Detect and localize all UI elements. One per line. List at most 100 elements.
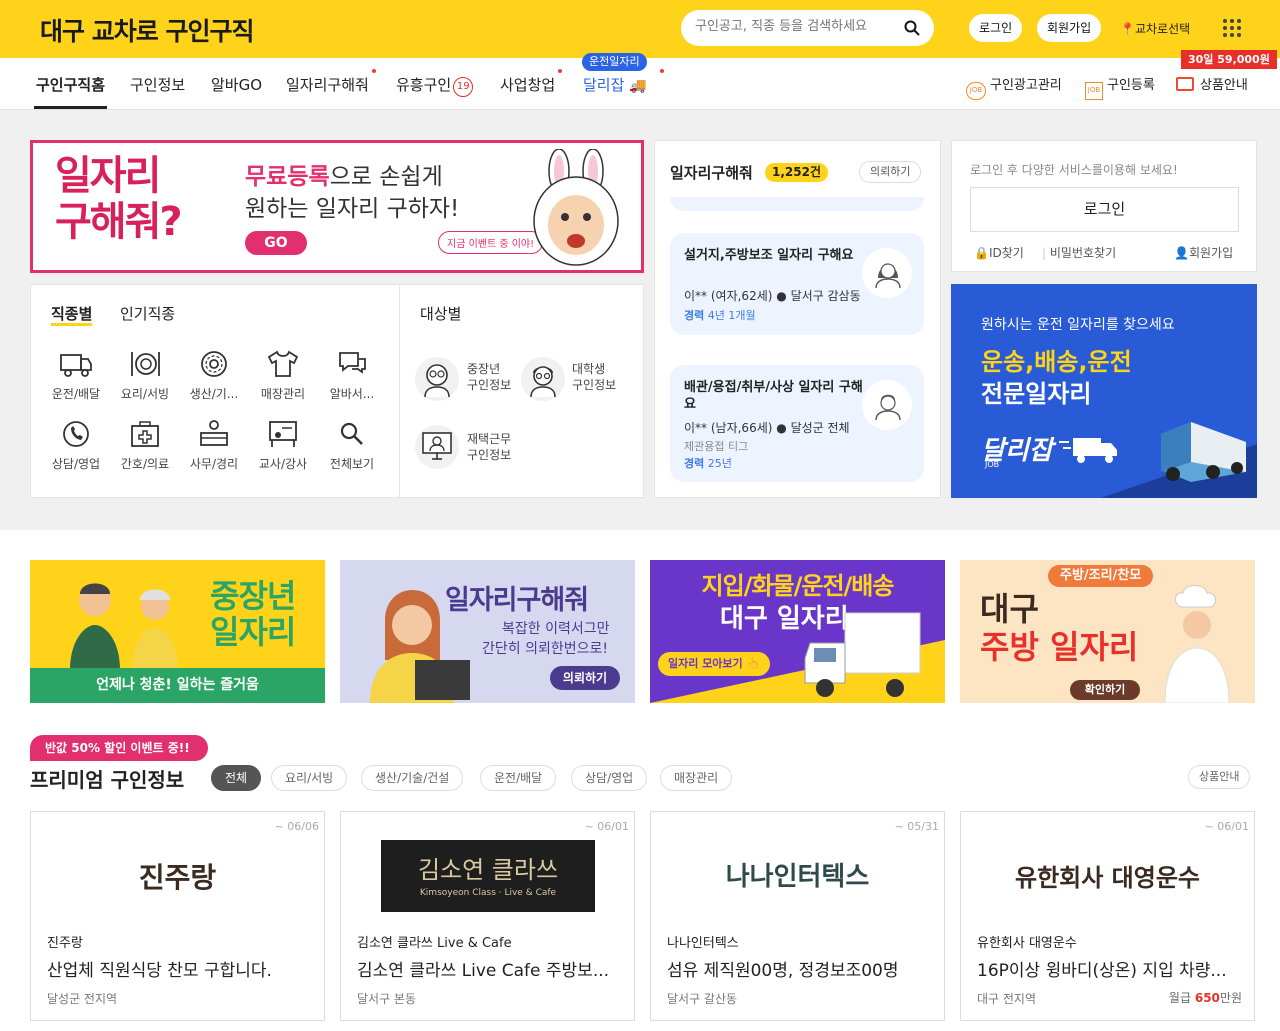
filter-tag-cooking[interactable]: 요리/서빙: [271, 765, 348, 791]
half-price-event-badge: 반값 50% 할인 이벤트 중!!: [30, 735, 208, 761]
category-production[interactable]: 생산/기...: [181, 349, 247, 402]
category-view-all[interactable]: 전체보기: [319, 419, 385, 472]
region-select[interactable]: 📍교차로선택: [1120, 20, 1190, 37]
truck-icon: [1161, 422, 1246, 482]
dalijob-ad-line1: 원하시는 운전 일자리를 찾으세요: [981, 317, 1175, 333]
truck-icon: [804, 612, 921, 697]
new-dot: [372, 69, 376, 73]
nav-find-me-job[interactable]: 일자리구해줘: [286, 74, 369, 95]
premium-job-card[interactable]: ~ 06/01 유한회사 대영운수 유한회사 대영운수 16P이상 윙바디(상온…: [960, 811, 1255, 1021]
divider: [399, 285, 400, 497]
price-badge: 30일 59,000원: [1181, 50, 1277, 69]
find-job-hero-banner[interactable]: 일자리 구해줘? 무료등록으로 손쉽게 원하는 일자리 구하자! GO 지금 이벤…: [30, 140, 644, 273]
tab-popular-jobs[interactable]: 인기직종: [120, 305, 175, 323]
age-19-badge: 19: [453, 77, 474, 97]
new-dot: [660, 69, 664, 73]
product-info-button[interactable]: 상품안내: [1188, 765, 1251, 789]
nav-business-startup[interactable]: 사업창업: [500, 74, 555, 95]
category-teacher-instructor[interactable]: 교사/강사: [250, 419, 316, 472]
search-icon[interactable]: [904, 20, 920, 36]
category-nursing-medical[interactable]: 간호/의료: [112, 419, 178, 472]
search-input[interactable]: [695, 19, 895, 34]
chat-bubble-icon: [339, 352, 366, 374]
student-face-icon: [530, 366, 556, 397]
request-list-top: [670, 197, 924, 211]
nav-job-info[interactable]: 구인정보: [130, 74, 185, 95]
target-senior[interactable]: 중장년 구인정보: [467, 361, 511, 393]
banner-tag: 주방/조리/찬모: [1048, 565, 1154, 587]
login-button[interactable]: 로그인: [969, 14, 1023, 42]
senior-couple-illustration: [70, 583, 178, 670]
freight-jobs-banner[interactable]: 지입/화물/운전/배송 대구 일자리 일자리 모아보기 👆: [650, 560, 945, 703]
signup-link[interactable]: 👤회원가입: [1174, 244, 1233, 261]
login-panel-button[interactable]: 로그인: [970, 187, 1239, 232]
target-remote[interactable]: 재택근무 구인정보: [467, 431, 511, 463]
find-job-banner[interactable]: 일자리구해줘 복잡한 이력서그만 간단히 의뢰한번으로! 의뢰하기: [340, 560, 635, 703]
user-icon: 👤: [1174, 246, 1189, 260]
desk-icon: [200, 420, 228, 446]
category-store-management[interactable]: 매장관리: [250, 349, 316, 402]
target-title: 대상별: [420, 305, 462, 323]
lock-icon: 🔒: [974, 246, 989, 260]
filter-tag-production[interactable]: 생산/기술/건설: [361, 765, 464, 791]
request-button[interactable]: 의뢰하기: [859, 161, 922, 183]
active-tab-underline: [34, 106, 107, 109]
find-id-link[interactable]: 🔒ID찾기: [974, 244, 1024, 261]
request-title: 일자리구해줘: [670, 164, 753, 182]
nav-job-register[interactable]: JOB 구인등록: [1085, 74, 1155, 100]
filter-tag-store[interactable]: 매장관리: [660, 765, 733, 791]
signup-button[interactable]: 회원가입: [1037, 14, 1102, 42]
premium-job-card[interactable]: ~ 06/01 김소연 클라쓰 Kimsoyeon Class · Live &…: [340, 811, 635, 1021]
driver-jobs-badge: 운전일자리: [582, 53, 647, 71]
hero-line2: 원하는 일자리 구하자!: [245, 196, 460, 222]
nav-dalijob[interactable]: 달리잡 🚚: [583, 74, 647, 95]
company-logo: 나나인터텍스: [725, 862, 870, 892]
hero-big-title: 일자리 구해줘?: [55, 153, 183, 245]
filter-tag-sales[interactable]: 상담/영업: [571, 765, 648, 791]
truck-icon: 🚚: [629, 78, 647, 94]
dish-icon: [131, 352, 160, 376]
gear-icon: [201, 351, 227, 377]
target-student[interactable]: 대학생 구인정보: [572, 361, 616, 393]
dalijob-ad-line2: 운송,배송,운전: [981, 348, 1132, 376]
nav-ad-manage[interactable]: JOB 구인광고관리: [966, 74, 1062, 100]
nav-home[interactable]: 구인구직홈: [36, 74, 105, 95]
banner-view-jobs-button[interactable]: 일자리 모아보기 👆: [658, 652, 771, 676]
male-face-icon: [875, 394, 901, 420]
senior-jobs-banner[interactable]: 중장년 일자리 언제나 청춘! 일하는 즐거움: [30, 560, 325, 703]
menu-grid-icon[interactable]: [1222, 18, 1242, 38]
banner-request-button[interactable]: 의뢰하기: [550, 666, 620, 690]
category-cooking-serving[interactable]: 요리/서빙: [112, 349, 178, 402]
nav-albago[interactable]: 알바GO: [211, 74, 262, 95]
banner-subtitle: 언제나 청춘! 일하는 즐거움: [30, 668, 325, 703]
find-password-link[interactable]: | 비밀번호찾기: [1042, 244, 1116, 261]
premium-job-card[interactable]: ~ 05/31 나나인터텍스 나나인터텍스 섬유 제직원00명, 정경보조00명…: [650, 811, 945, 1021]
banner-sub1: 복잡한 이력서그만: [502, 621, 610, 637]
category-sales-consulting[interactable]: 상담/영업: [43, 419, 109, 472]
register-icon: JOB: [1085, 82, 1103, 100]
dalijob-ad-banner[interactable]: 원하시는 운전 일자리를 찾으세요 운송,배송,운전 전문일자리 달리잡 JOB: [951, 284, 1257, 498]
dalijob-ad-line3: 전문일자리: [981, 380, 1092, 408]
monitor-icon: [1176, 77, 1194, 91]
female-face-icon: [875, 263, 901, 288]
truck-icon: [1059, 438, 1117, 463]
senior-face-icon: [424, 364, 450, 397]
site-logo[interactable]: 대구 교차로 구인구직: [40, 12, 254, 48]
category-office-accounting[interactable]: 사무/경리: [181, 419, 247, 472]
search-box: [681, 10, 934, 46]
category-part-time-service[interactable]: 알바서...: [319, 349, 385, 402]
blackboard-icon: [269, 421, 297, 447]
category-driving-delivery[interactable]: 운전/배달: [43, 349, 109, 402]
kitchen-jobs-banner[interactable]: 주방/조리/찬모 대구 주방 일자리 확인하기: [960, 560, 1255, 703]
remote-work-icon: [422, 432, 452, 460]
filter-tag-driving[interactable]: 운전/배달: [480, 765, 557, 791]
tab-by-job-type[interactable]: 직종별: [51, 305, 93, 326]
nav-entertainment-jobs[interactable]: 유흥구인 19: [396, 74, 474, 97]
search-icon: [340, 422, 363, 445]
nav-products[interactable]: 상품안내: [1176, 74, 1248, 93]
company-logo: 김소연 클라쓰 Kimsoyeon Class · Live & Cafe: [381, 840, 595, 912]
premium-job-card[interactable]: ~ 06/06 진주랑 진주랑 산업체 직원식당 찬모 구합니다. 달성군 전지…: [30, 811, 325, 1021]
filter-tag-all[interactable]: 전체: [211, 765, 262, 791]
hero-go-button[interactable]: GO: [245, 231, 307, 255]
banner-check-button[interactable]: 확인하기: [1070, 680, 1140, 700]
